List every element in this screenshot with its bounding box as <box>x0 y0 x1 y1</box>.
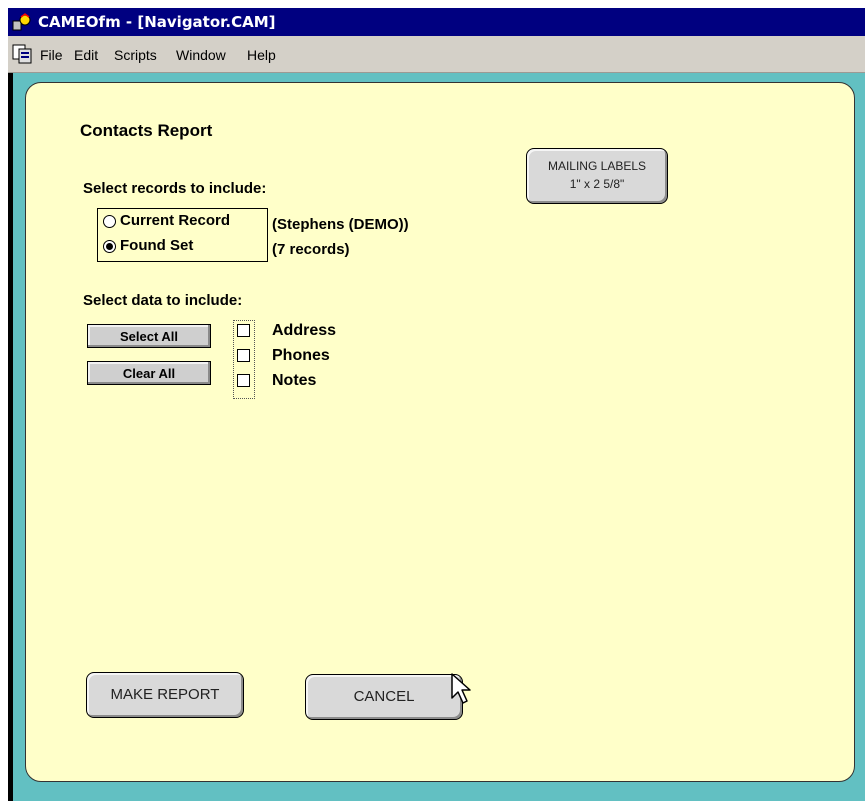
title-bar[interactable]: CAMEOfm - [Navigator.CAM] <box>8 8 865 36</box>
select-records-label: Select records to include: <box>83 180 267 197</box>
current-record-label[interactable]: Current Record <box>120 212 230 229</box>
window-left-border <box>8 73 13 801</box>
phones-checkbox[interactable] <box>237 349 250 362</box>
menu-scripts[interactable]: Scripts <box>114 47 157 63</box>
found-set-label[interactable]: Found Set <box>120 237 193 254</box>
current-record-detail: (Stephens (DEMO)) <box>272 216 409 233</box>
cancel-button[interactable]: CANCEL <box>305 674 463 720</box>
menu-help[interactable]: Help <box>247 47 276 63</box>
mouse-pointer-icon <box>451 673 471 704</box>
menu-edit[interactable]: Edit <box>74 47 98 63</box>
menu-bar: File Edit Scripts Window Help <box>8 36 865 73</box>
select-data-label: Select data to include: <box>83 292 243 309</box>
mailing-labels-line1: MAILING LABELS <box>547 159 647 173</box>
phones-label[interactable]: Phones <box>272 347 330 365</box>
found-set-radio[interactable] <box>103 240 116 253</box>
menu-window[interactable]: Window <box>176 47 226 63</box>
address-label[interactable]: Address <box>272 322 336 340</box>
current-record-radio[interactable] <box>103 215 116 228</box>
select-all-button[interactable]: Select All <box>87 324 211 348</box>
window-title: CAMEOfm - [Navigator.CAM] <box>38 13 276 31</box>
page-title: Contacts Report <box>80 121 213 140</box>
mailing-labels-button[interactable]: MAILING LABELS 1" x 2 5/8" <box>526 148 668 204</box>
document-icon[interactable] <box>12 44 32 64</box>
clear-all-button[interactable]: Clear All <box>87 361 211 385</box>
mailing-labels-line2: 1" x 2 5/8" <box>569 177 625 191</box>
app-icon[interactable] <box>12 13 32 31</box>
make-report-button[interactable]: MAKE REPORT <box>86 672 244 718</box>
address-checkbox[interactable] <box>237 324 250 337</box>
notes-label[interactable]: Notes <box>272 372 316 390</box>
notes-checkbox[interactable] <box>237 374 250 387</box>
menu-file[interactable]: File <box>40 47 63 63</box>
found-set-detail: (7 records) <box>272 241 350 258</box>
